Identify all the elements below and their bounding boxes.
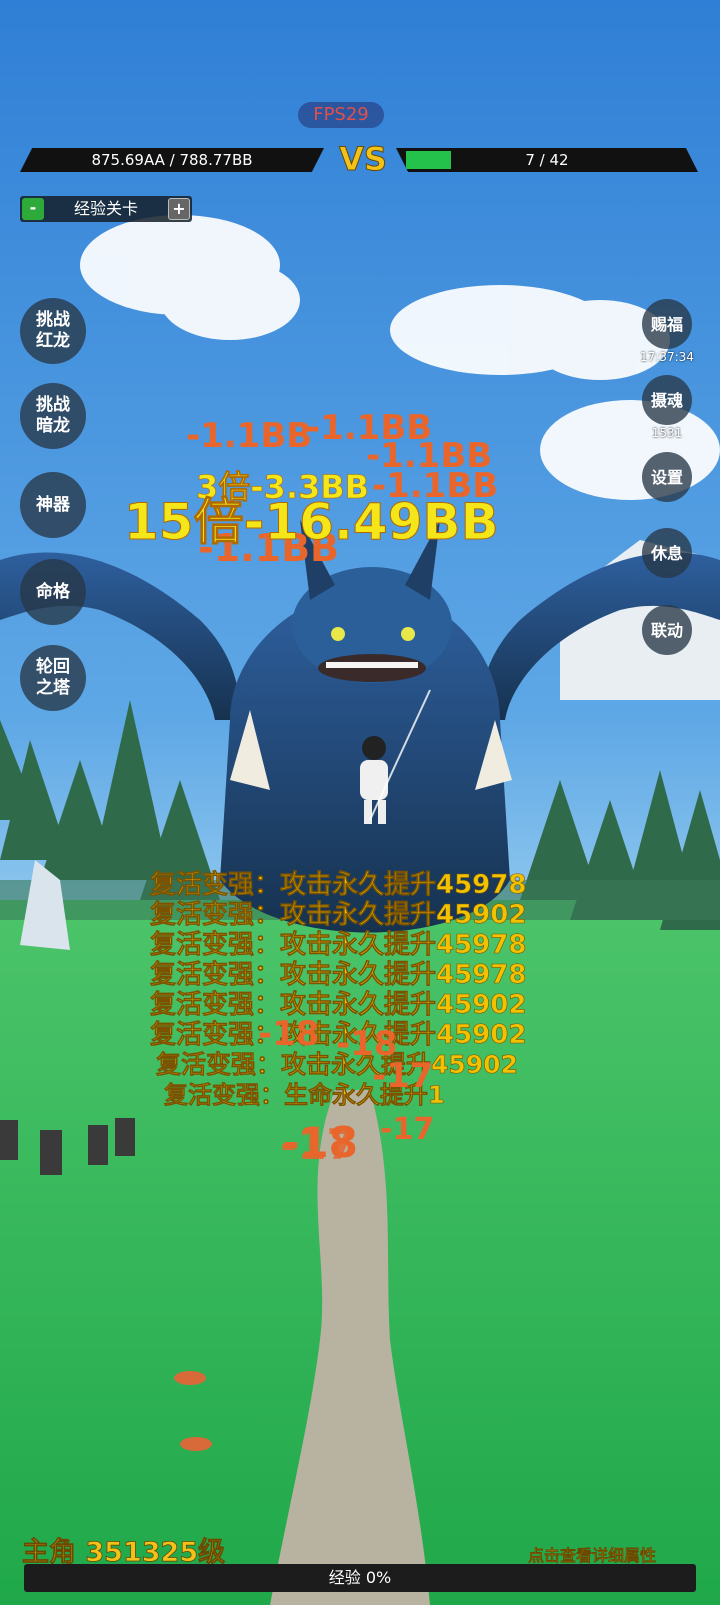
damage-number: -17 xyxy=(372,1056,434,1096)
artifact-button[interactable]: 神器 xyxy=(20,472,86,538)
level-minus-button[interactable]: - xyxy=(22,198,44,220)
destiny-button[interactable]: 命格 xyxy=(20,559,86,625)
experience-text: 经验 0% xyxy=(328,1568,392,1587)
buff-message: 复活变强：攻击永久提升45978 xyxy=(150,960,527,991)
damage-number: -18 xyxy=(258,1014,320,1054)
enemy-progress-fill xyxy=(406,151,451,169)
link-button[interactable]: 联动 xyxy=(642,605,692,655)
soul-count: 1531 xyxy=(651,426,683,440)
level-selector-label: 经验关卡 xyxy=(73,199,138,218)
settings-button[interactable]: 设置 xyxy=(642,452,692,502)
challenge-red-dragon-button[interactable]: 挑战 红龙 xyxy=(20,298,86,364)
player-hp-text: 875.69AA / 788.77BB xyxy=(91,151,253,169)
critical-damage-number: 15倍-16.49BB xyxy=(124,493,500,552)
buff-message: 复活变强：攻击永久提升45978 xyxy=(150,930,527,961)
vs-label: VS xyxy=(339,140,388,179)
fps-counter: FPS29 xyxy=(298,102,384,128)
challenge-dark-dragon-button[interactable]: 挑战 暗龙 xyxy=(20,383,86,449)
damage-number: -17 xyxy=(280,1120,356,1169)
buff-message: 复活变强：攻击永久提升45902 xyxy=(150,990,527,1021)
enemy-progress-bar: 7 / 42 xyxy=(396,148,698,172)
player-hp-bar: 875.69AA / 788.77BB xyxy=(20,148,324,172)
blessing-button[interactable]: 赐福 xyxy=(642,299,692,349)
buff-message-list: 复活变强：攻击永久提升45978 复活变强：攻击永久提升45902 复活变强：攻… xyxy=(150,870,590,1110)
soul-capture-button[interactable]: 摄魂 xyxy=(642,375,692,425)
blessing-timer: 17:37:34 xyxy=(640,350,694,364)
game-scene[interactable] xyxy=(0,0,720,1605)
reincarnation-tower-button[interactable]: 轮回 之塔 xyxy=(20,645,86,711)
enemy-progress-text: 7 / 42 xyxy=(525,151,569,169)
damage-number: -17 xyxy=(380,1112,435,1147)
experience-bar: 经验 0% xyxy=(24,1564,696,1592)
level-selector: - 经验关卡 + xyxy=(20,196,192,222)
view-attributes-link[interactable]: 点击查看详细属性 xyxy=(528,1542,656,1566)
level-plus-button[interactable]: + xyxy=(168,198,190,220)
buff-message: 复活变强：攻击永久提升45978 xyxy=(150,870,527,901)
rest-button[interactable]: 休息 xyxy=(642,528,692,578)
damage-number: -1.1BB xyxy=(186,416,313,456)
buff-message: 复活变强：攻击永久提升45902 xyxy=(150,900,527,931)
